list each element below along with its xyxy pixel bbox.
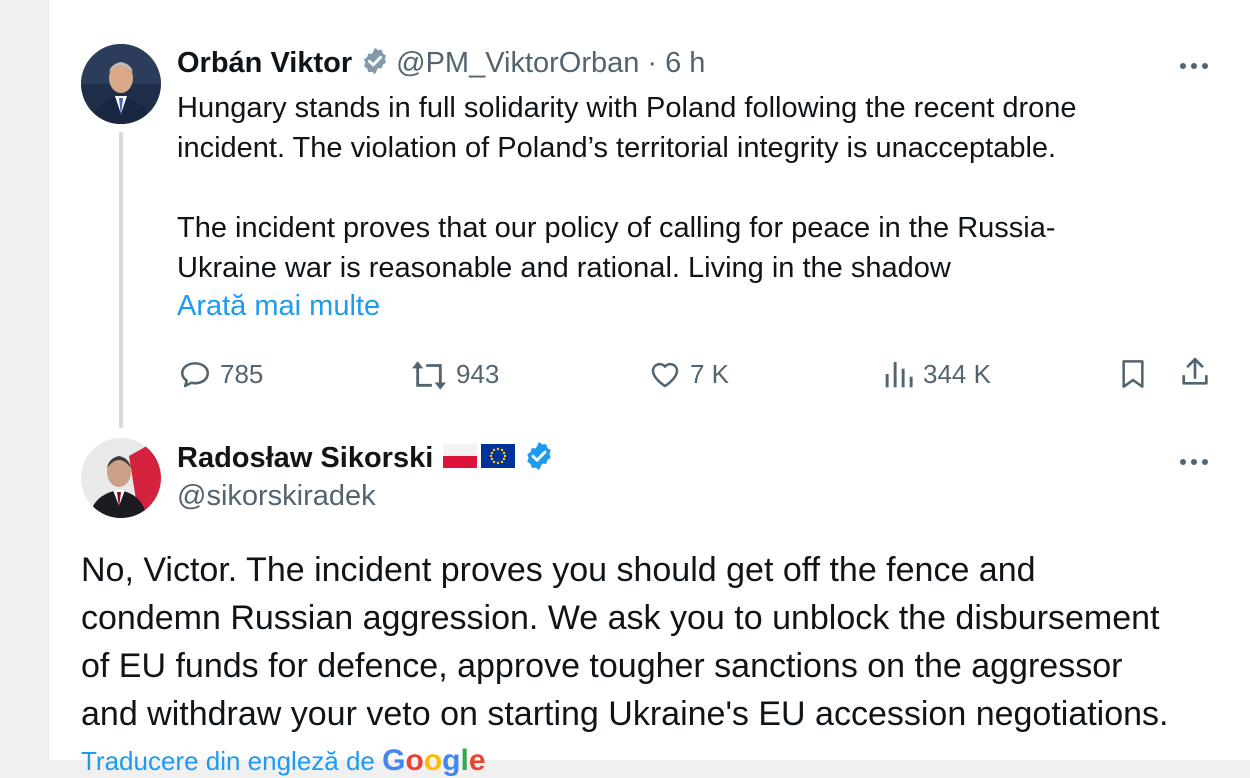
show-more-link[interactable]: Arată mai multe <box>177 290 380 323</box>
tweet1-header: Orbán Viktor @PM_ViktorOrban · 6 h <box>177 46 705 81</box>
tweet1-text-line-1: Hungary stands in full solidarity with P… <box>177 92 1077 124</box>
repost-button[interactable]: 943 <box>410 357 499 391</box>
translation-attribution[interactable]: Traducere din engleză de Google <box>81 744 486 778</box>
bookmark-icon <box>1122 360 1144 388</box>
tweet2-text-line-2: condemn Russian aggression. We ask you t… <box>81 599 1160 637</box>
tweet2-handle[interactable]: @sikorskiradek <box>177 480 376 513</box>
orban-avatar[interactable] <box>81 44 161 124</box>
google-logo: Google <box>382 744 485 777</box>
google-logo-letter: e <box>468 744 486 777</box>
tweet1-author-name[interactable]: Orbán Viktor <box>177 47 352 80</box>
tweet1-handle[interactable]: @PM_ViktorOrban <box>396 47 639 80</box>
google-logo-letter: o <box>423 744 443 777</box>
views-button[interactable]: 344 K <box>883 357 991 391</box>
views-count: 344 K <box>923 358 991 389</box>
more-horizontal-icon[interactable] <box>1178 52 1210 82</box>
repost-count: 943 <box>456 358 500 389</box>
tweet1-text-line-5: Ukraine war is reasonable and rational. … <box>177 252 951 284</box>
reply-button[interactable]: 785 <box>178 357 263 391</box>
reply-icon <box>180 362 210 388</box>
tweet1-text-line-2: incident. The violation of Poland’s terr… <box>177 132 1057 164</box>
share-button[interactable] <box>1178 355 1220 389</box>
like-button[interactable]: 7 K <box>648 357 729 391</box>
reply-count: 785 <box>220 358 264 389</box>
poland-flag-icon <box>443 444 478 473</box>
google-logo-letter: g <box>442 744 461 777</box>
more-horizontal-icon[interactable] <box>1178 448 1210 478</box>
analytics-icon <box>885 362 913 388</box>
tweet2-text-line-4: and withdraw your veto on starting Ukrai… <box>81 695 1169 733</box>
heart-icon <box>651 362 679 388</box>
tweet2-text-line-3: of EU funds for defence, approve tougher… <box>81 647 1123 685</box>
tweet1-separator: · <box>647 47 658 79</box>
verified-blue-icon <box>523 440 555 477</box>
like-count: 7 K <box>690 358 730 389</box>
share-icon <box>1182 357 1208 385</box>
sikorski-avatar[interactable] <box>81 438 161 518</box>
repost-icon <box>412 361 446 390</box>
tweet1-time[interactable]: 6 h <box>665 47 705 80</box>
eu-flag-icon <box>481 444 516 473</box>
thread-connector-line <box>119 132 123 428</box>
google-logo-letter: o <box>405 744 424 777</box>
tweet2-text-line-1: No, Victor. The incident proves you shou… <box>81 551 1036 589</box>
translation-label: Traducere din engleză de <box>81 746 375 776</box>
tweet1-text-line-4: The incident proves that our policy of c… <box>177 212 1056 244</box>
tweet2-header: Radosław Sikorski <box>177 440 561 477</box>
verified-gray-icon <box>360 46 390 81</box>
google-logo-letter: l <box>460 744 469 777</box>
bookmark-button[interactable] <box>1117 357 1157 391</box>
google-logo-letter: G <box>382 744 406 777</box>
tweet2-author-name[interactable]: Radosław Sikorski <box>177 442 433 475</box>
